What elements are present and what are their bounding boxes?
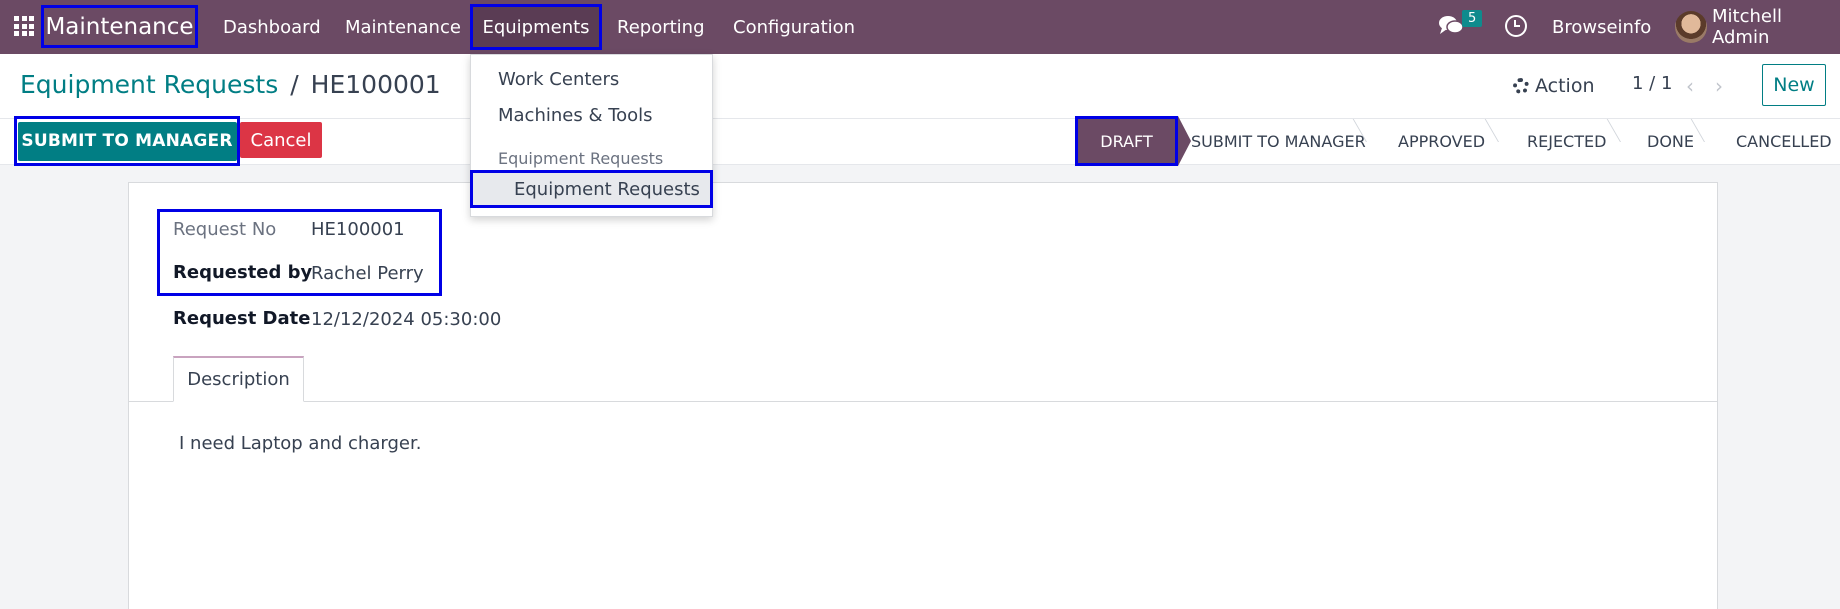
stage-submit-to-manager[interactable]: SUBMIT TO MANAGER (1191, 119, 1366, 164)
new-button[interactable]: New (1762, 64, 1826, 106)
stage-divider (1366, 119, 1380, 164)
chat-icon[interactable] (1438, 14, 1464, 36)
company-switcher[interactable]: Browseinfo (1552, 0, 1651, 54)
request-date-label: Request Date (173, 308, 311, 329)
submit-to-manager-button[interactable]: SUBMIT TO MANAGER (17, 121, 237, 161)
top-navbar: Maintenance Dashboard Maintenance Equipm… (0, 0, 1840, 54)
requested-by-field[interactable]: Rachel Perry (311, 263, 424, 284)
stage-rejected[interactable]: REJECTED (1527, 119, 1606, 164)
breadcrumb-parent[interactable]: Equipment Requests (20, 70, 278, 99)
cancel-button[interactable]: Cancel (240, 122, 322, 158)
menu-item-work-centers[interactable]: Work Centers (498, 69, 619, 90)
user-avatar[interactable] (1675, 11, 1707, 43)
menu-item-machines-tools[interactable]: Machines & Tools (498, 105, 653, 126)
stage-draft[interactable]: DRAFT (1075, 116, 1191, 166)
request-date-field[interactable]: 12/12/2024 05:30:00 (311, 309, 501, 330)
gear-icon (1513, 78, 1529, 94)
action-menu-button[interactable]: Action (1513, 70, 1595, 102)
pager-value[interactable]: 1 / 1 (1632, 73, 1672, 94)
nav-configuration[interactable]: Configuration (733, 0, 855, 54)
menu-section-header: Equipment Requests (498, 149, 664, 168)
request-no-value: HE100001 (311, 219, 405, 240)
action-label: Action (1535, 75, 1595, 97)
chevron-right-icon[interactable]: › (1715, 74, 1723, 98)
description-text[interactable]: I need Laptop and charger. (179, 433, 421, 454)
stage-approved[interactable]: APPROVED (1398, 119, 1485, 164)
stage-done[interactable]: DONE (1647, 119, 1694, 164)
apps-grid-icon[interactable] (14, 16, 34, 36)
nav-reporting[interactable]: Reporting (617, 0, 705, 54)
tab-divider (128, 401, 1718, 402)
chevron-left-icon[interactable]: ‹ (1686, 74, 1694, 98)
stage-divider (1704, 119, 1718, 164)
chat-count-badge: 5 (1462, 10, 1483, 27)
app-title[interactable]: Maintenance (41, 5, 198, 48)
user-menu[interactable]: Mitchell Admin (1712, 0, 1840, 54)
request-no-label: Request No (173, 219, 277, 240)
breadcrumb-current: HE100001 (310, 70, 441, 99)
stage-cancelled[interactable]: CANCELLED (1736, 119, 1832, 164)
activity-clock-icon[interactable] (1505, 15, 1527, 37)
stage-divider (1620, 119, 1634, 164)
stage-divider (1498, 119, 1512, 164)
submit-to-manager-button-wrapper: SUBMIT TO MANAGER (14, 116, 240, 166)
requested-by-label: Requested by (173, 262, 313, 283)
nav-dashboard[interactable]: Dashboard (223, 0, 321, 54)
tab-description[interactable]: Description (173, 356, 304, 402)
nav-equipments[interactable]: Equipments (470, 4, 602, 50)
breadcrumb: Equipment Requests / HE100001 (20, 70, 441, 99)
menu-item-equipment-requests[interactable]: Equipment Requests (470, 170, 713, 208)
breadcrumb-separator: / (290, 70, 299, 99)
nav-maintenance[interactable]: Maintenance (345, 0, 461, 54)
